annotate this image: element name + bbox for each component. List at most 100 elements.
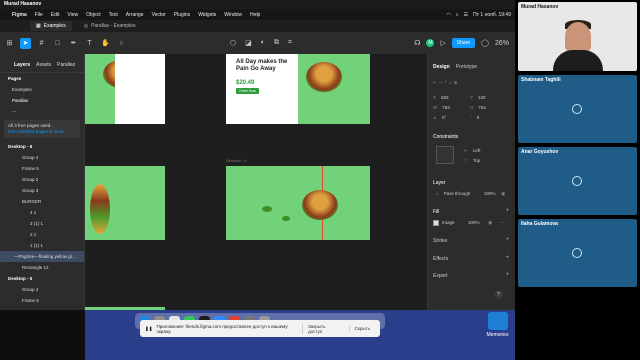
menu-view[interactable]: View bbox=[67, 12, 78, 18]
layer-row[interactable]: 4 1 bbox=[0, 207, 84, 218]
upgrade-link[interactable]: Get unlimited pages & more bbox=[8, 129, 76, 135]
constraint-horizontal[interactable]: Left bbox=[473, 148, 481, 153]
layer-row[interactable]: Group 4 bbox=[0, 152, 84, 163]
add-export-icon[interactable]: + bbox=[505, 272, 509, 278]
add-stroke-icon[interactable]: + bbox=[505, 237, 509, 243]
text-tool-icon[interactable]: T bbox=[84, 38, 95, 49]
remove-icon[interactable]: − bbox=[501, 220, 504, 226]
constraint-widget[interactable] bbox=[436, 146, 454, 164]
menu-file[interactable]: File bbox=[35, 12, 43, 18]
blend-mode[interactable]: Pass through bbox=[444, 191, 471, 196]
layer-row[interactable]: Group 2 bbox=[0, 174, 84, 185]
design-canvas[interactable]: All Day makes the Pain Go Away $20.49 Or… bbox=[85, 54, 427, 310]
layer-row[interactable]: 3 (1) 1 bbox=[0, 218, 84, 229]
frame-hero[interactable]: All Day makes the Pain Go Away $20.49 Or… bbox=[226, 54, 370, 124]
layer-row[interactable]: 1 (1) 1 bbox=[0, 240, 84, 251]
radius-field[interactable]: 0 bbox=[477, 115, 480, 120]
participant-tile-video[interactable]: Murad Hasanov bbox=[518, 2, 637, 71]
tab-assets[interactable]: Assets bbox=[36, 62, 51, 68]
comment-tool-icon[interactable]: ○ bbox=[116, 38, 127, 49]
menu-widgets[interactable]: Widgets bbox=[198, 12, 216, 18]
page-item[interactable]: --- bbox=[0, 106, 84, 117]
layer-row[interactable]: 2 1 bbox=[0, 229, 84, 240]
constraint-vertical[interactable]: Top bbox=[473, 158, 480, 163]
menu-plugins[interactable]: Plugins bbox=[174, 12, 190, 18]
fill-opacity[interactable]: 100% bbox=[468, 220, 480, 225]
wifi-icon[interactable]: ◠ bbox=[446, 12, 450, 18]
control-center-icon[interactable]: ☰ bbox=[464, 12, 468, 18]
width-field[interactable]: 784 bbox=[442, 105, 450, 110]
align-icons[interactable]: ⊢ ⊣ ⊤ ⊥ ⊞ bbox=[433, 80, 457, 86]
y-field[interactable]: 120 bbox=[478, 95, 486, 100]
frame-desktop-6[interactable] bbox=[226, 166, 370, 240]
tab-examples[interactable]: ▦ Examples bbox=[30, 21, 72, 31]
tab-parallax-examples[interactable]: ◎ Parallax - Examples bbox=[78, 21, 142, 31]
height-field[interactable]: 764 bbox=[478, 105, 486, 110]
menu-help[interactable]: Help bbox=[250, 12, 260, 18]
frame-top-left[interactable] bbox=[85, 54, 165, 124]
opacity-field[interactable]: 100% bbox=[484, 191, 496, 196]
page-item[interactable]: Parallax bbox=[0, 95, 84, 106]
frame-bottom-left[interactable] bbox=[85, 166, 165, 240]
move-tool-icon[interactable]: ➤ bbox=[20, 37, 31, 49]
layer-row[interactable]: Frame 5 bbox=[0, 163, 84, 174]
participant-tile[interactable]: Shabnam Taghili bbox=[518, 75, 637, 143]
layer-row[interactable]: Desktop - 6 bbox=[0, 141, 84, 152]
hand-tool-icon[interactable]: ✋ bbox=[100, 38, 111, 49]
menu-object[interactable]: Object bbox=[86, 12, 100, 18]
dev-mode-icon[interactable]: ◯ bbox=[481, 39, 489, 47]
zoom-level[interactable]: 26% bbox=[495, 40, 509, 47]
avatar[interactable]: M bbox=[426, 39, 435, 47]
fill-icon[interactable]: ◐ bbox=[261, 39, 265, 47]
tab-design[interactable]: Design bbox=[433, 64, 450, 70]
frame-tool-icon[interactable]: # bbox=[36, 38, 47, 49]
layer-row[interactable]: Group 3 bbox=[0, 185, 84, 196]
layer-row[interactable]: Frame 5 bbox=[0, 295, 84, 306]
hide-button[interactable]: Скрыть bbox=[348, 326, 375, 331]
x-field[interactable]: 593 bbox=[441, 95, 449, 100]
clock[interactable]: Пт 1 нояб. 19:49 bbox=[473, 12, 511, 18]
eye-icon[interactable]: ◉ bbox=[488, 220, 492, 226]
add-effect-icon[interactable]: + bbox=[505, 255, 509, 261]
menu-arrange[interactable]: Arrange bbox=[126, 12, 144, 18]
layer-row[interactable]: BURGER bbox=[0, 196, 84, 207]
menu-text[interactable]: Text bbox=[109, 12, 118, 18]
fill-type[interactable]: Image bbox=[442, 220, 455, 225]
pen-tool-icon[interactable]: ✒ bbox=[68, 38, 79, 49]
stop-sharing-button[interactable]: Закрыть доступ bbox=[302, 323, 345, 334]
mask-icon[interactable]: ◪ bbox=[245, 39, 252, 47]
rectangle-tool-icon[interactable]: □ bbox=[52, 38, 63, 49]
layer-row[interactable]: Desktop - 5 bbox=[0, 273, 84, 284]
menu-edit[interactable]: Edit bbox=[51, 12, 60, 18]
folder-icon bbox=[487, 312, 508, 330]
menu-app[interactable]: Figma bbox=[12, 12, 27, 18]
layer-row[interactable]: Group 4 bbox=[0, 284, 84, 295]
menu-vector[interactable]: Vector bbox=[152, 12, 166, 18]
pages-header[interactable]: Pages bbox=[0, 73, 84, 84]
leaf-image bbox=[262, 206, 272, 212]
share-button[interactable]: Share bbox=[451, 38, 476, 48]
help-button[interactable]: ? bbox=[494, 290, 503, 299]
add-fill-icon[interactable]: + bbox=[505, 208, 509, 214]
page-item[interactable]: Examples bbox=[0, 84, 84, 95]
crop-icon[interactable]: ⌗ bbox=[288, 39, 292, 47]
search-icon[interactable]: ⌕ bbox=[456, 12, 459, 18]
rotation-field[interactable]: 0° bbox=[442, 115, 446, 120]
layer-row-selected[interactable]: —Pngtree—floating yellow gr... bbox=[0, 251, 84, 262]
tab-layers[interactable]: Layers bbox=[14, 62, 30, 68]
menu-window[interactable]: Window bbox=[224, 12, 242, 18]
eye-icon[interactable]: ◉ bbox=[501, 191, 505, 197]
play-icon[interactable]: ▷ bbox=[440, 39, 445, 47]
boolean-icon[interactable]: ⧉ bbox=[274, 39, 279, 47]
participant-tile[interactable]: Ilaha Gulamova bbox=[518, 219, 637, 287]
hero-headline: All Day makes the bbox=[236, 59, 288, 65]
main-menu-icon[interactable]: ⊞ bbox=[4, 38, 15, 49]
desktop-folder[interactable]: Memories bbox=[480, 310, 515, 360]
headphones-icon[interactable]: ☊ bbox=[414, 39, 420, 47]
fill-swatch[interactable] bbox=[433, 220, 439, 226]
component-icon[interactable]: ⬡ bbox=[230, 39, 236, 47]
participant-tile[interactable]: Anar Goyushov bbox=[518, 147, 637, 215]
layer-row[interactable]: Rectangle 12 bbox=[0, 262, 84, 273]
tab-parallax[interactable]: Parallax bbox=[57, 62, 75, 68]
tab-prototype[interactable]: Prototype bbox=[456, 64, 477, 70]
